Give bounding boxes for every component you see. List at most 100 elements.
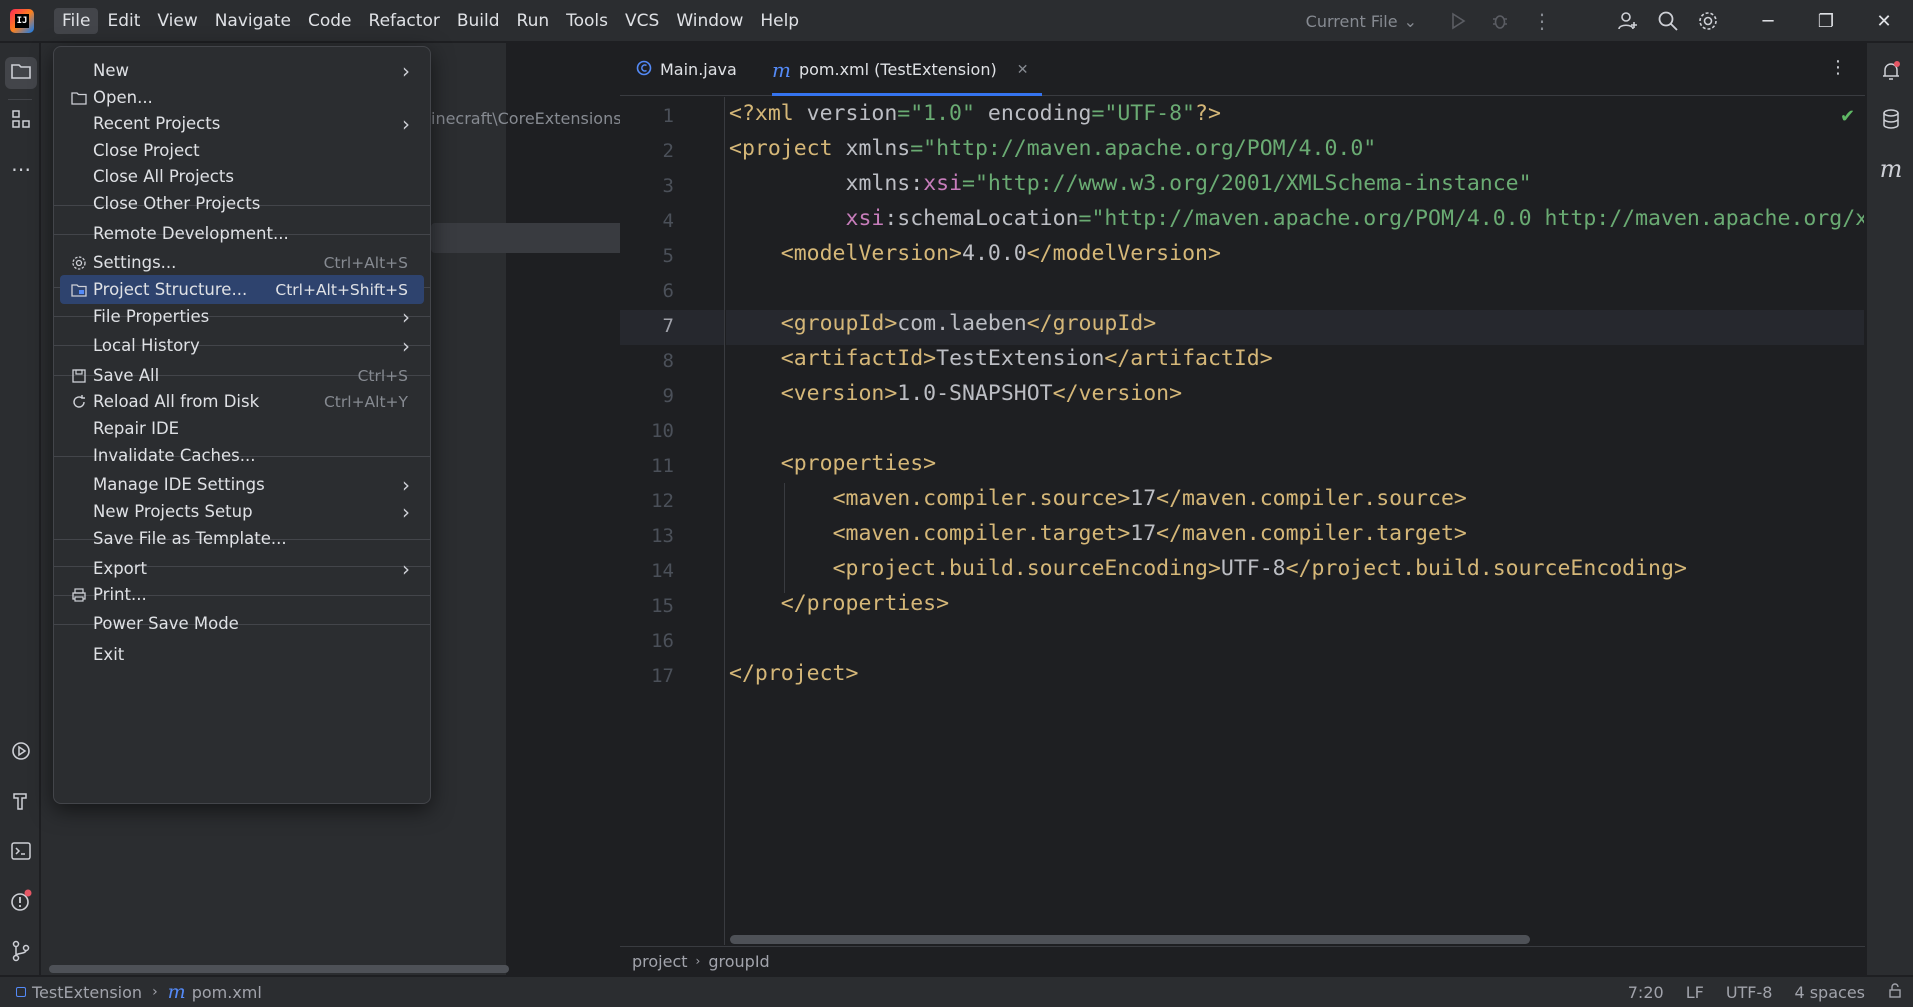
run-config-selector[interactable]: Current File ⌄: [1306, 12, 1417, 31]
gear-icon[interactable]: [1695, 8, 1721, 34]
indent-settings[interactable]: 4 spaces: [1794, 983, 1865, 1002]
lock-icon[interactable]: [1887, 982, 1903, 1003]
left-tool-stripe: ⋯: [0, 43, 40, 975]
menu-item-label: New Projects Setup: [93, 502, 253, 521]
menu-item-reload-all-from-disk[interactable]: Reload All from Disk Ctrl+Alt+Y: [60, 387, 424, 416]
menu-item-repair-ide[interactable]: Repair IDE: [60, 414, 424, 443]
stripe-divider: [8, 99, 32, 100]
close-icon[interactable]: ✕: [1017, 62, 1029, 78]
menu-item-label: File Properties: [93, 307, 210, 326]
chevron-right-icon: ›: [402, 333, 410, 358]
folder-icon: [70, 89, 88, 107]
tab-options-icon[interactable]: ⋮: [1829, 57, 1847, 78]
menu-item-invalidate-caches[interactable]: Invalidate Caches...: [60, 441, 424, 470]
editor-gutter: 1 2 3 4 5 6 7 8 9 10 11 12 13 14 15 16 1…: [620, 97, 725, 945]
menu-item-label: Save All: [93, 366, 160, 385]
services-tool-button[interactable]: [5, 737, 37, 769]
file-encoding[interactable]: UTF-8: [1726, 983, 1773, 1002]
notifications-tool-button[interactable]: [1875, 57, 1907, 89]
intellij-logo-icon[interactable]: IJ: [10, 8, 34, 33]
search-icon[interactable]: [1655, 8, 1681, 34]
menu-item-close-all-projects[interactable]: Close All Projects: [60, 162, 424, 191]
menu-item-export[interactable]: Export ›: [60, 554, 424, 583]
code-editor[interactable]: <?xml version="1.0" encoding="UTF-8"?> <…: [726, 97, 1864, 945]
menu-edit[interactable]: Edit: [99, 8, 148, 34]
project-tree-selected-row[interactable]: [431, 223, 651, 253]
menu-vcs[interactable]: VCS: [617, 8, 667, 34]
project-horizontal-scrollbar[interactable]: [49, 965, 509, 973]
menu-file[interactable]: File: [54, 7, 99, 34]
debug-icon[interactable]: [1487, 8, 1513, 34]
maven-tool-button[interactable]: m: [1875, 153, 1907, 185]
menu-item-new-projects-setup[interactable]: New Projects Setup ›: [60, 497, 424, 526]
menu-item-exit[interactable]: Exit: [60, 640, 424, 669]
menu-item-label: Close Project: [93, 141, 200, 160]
project-tool-button[interactable]: [5, 57, 37, 89]
more-tools-button[interactable]: ⋯: [5, 153, 37, 185]
status-bar-widgets: 7:20 LF UTF-8 4 spaces: [1628, 977, 1903, 1007]
code-line: <version>1.0-SNAPSHOT</version>: [780, 381, 1183, 406]
menu-item-close-other-projects[interactable]: Close Other Projects: [60, 189, 424, 218]
problems-tool-button[interactable]: [5, 887, 37, 919]
add-user-icon[interactable]: [1615, 8, 1641, 34]
menu-navigate[interactable]: Navigate: [207, 8, 299, 34]
database-tool-button[interactable]: [1875, 105, 1907, 137]
tab-main-java[interactable]: Main.java: [636, 43, 737, 96]
menu-item-power-save-mode[interactable]: Power Save Mode: [60, 609, 424, 638]
code-line: <project xmlns="http://maven.apache.org/…: [729, 136, 1377, 161]
run-icon[interactable]: [1445, 8, 1471, 34]
tab-label: Main.java: [660, 60, 737, 79]
close-button[interactable]: ✕: [1855, 0, 1913, 42]
menu-item-new[interactable]: New ›: [60, 56, 424, 85]
menu-item-label: Local History: [93, 336, 200, 355]
menu-item-label: Invalidate Caches...: [93, 446, 256, 465]
menu-item-label: Open...: [93, 88, 153, 107]
problems-icon: [9, 889, 33, 917]
terminal-tool-button[interactable]: [5, 837, 37, 869]
editor-tab-bar: Main.java m pom.xml (TestExtension) ✕ ⋮: [620, 43, 1865, 96]
menu-item-label: Exit: [93, 645, 125, 664]
menu-item-open[interactable]: Open...: [60, 83, 424, 112]
no-problems-check-icon[interactable]: ✔: [1840, 106, 1855, 127]
menu-window[interactable]: Window: [668, 8, 751, 34]
restore-button[interactable]: ❐: [1797, 0, 1855, 42]
minimize-button[interactable]: ─: [1739, 0, 1797, 42]
menu-item-settings[interactable]: Settings... Ctrl+Alt+S: [60, 248, 424, 277]
line-separator[interactable]: LF: [1686, 983, 1704, 1002]
menu-item-remote-development[interactable]: Remote Development...: [60, 219, 424, 248]
menu-run[interactable]: Run: [509, 8, 558, 34]
build-tool-button[interactable]: [5, 787, 37, 819]
line-number: 9: [662, 385, 674, 407]
caret-position[interactable]: 7:20: [1628, 983, 1664, 1002]
menu-item-save-all[interactable]: Save All Ctrl+S: [60, 361, 424, 390]
menu-item-local-history[interactable]: Local History ›: [60, 331, 424, 360]
git-tool-button[interactable]: [5, 937, 37, 969]
terminal-icon: [10, 841, 32, 865]
menu-code[interactable]: Code: [300, 8, 360, 34]
more-actions-icon[interactable]: ⋮: [1529, 8, 1555, 34]
editor-horizontal-scrollbar[interactable]: [730, 935, 1530, 944]
tab-pom-xml[interactable]: m pom.xml (TestExtension) ✕: [772, 43, 1043, 96]
menu-item-close-project[interactable]: Close Project: [60, 136, 424, 165]
menu-item-print[interactable]: Print...: [60, 580, 424, 609]
status-project-name[interactable]: TestExtension: [32, 983, 142, 1002]
code-line: <modelVersion>4.0.0</modelVersion>: [780, 241, 1221, 266]
breadcrumb-item-groupid[interactable]: groupId: [708, 952, 769, 971]
status-file-name[interactable]: pom.xml: [192, 983, 262, 1002]
menu-item-recent-projects[interactable]: Recent Projects ›: [60, 109, 424, 138]
menu-view[interactable]: View: [149, 8, 205, 34]
line-number: 17: [651, 665, 674, 687]
menu-item-file-properties[interactable]: File Properties ›: [60, 302, 424, 331]
line-number: 12: [651, 490, 674, 512]
ellipsis-icon: ⋯: [11, 157, 31, 181]
code-line-current: <groupId>com.laeben</groupId>: [780, 311, 1157, 336]
menu-build[interactable]: Build: [449, 8, 508, 34]
menu-item-project-structure[interactable]: Project Structure... Ctrl+Alt+Shift+S: [60, 275, 424, 304]
breadcrumb-item-project[interactable]: project: [632, 952, 688, 971]
menu-tools[interactable]: Tools: [558, 8, 616, 34]
menu-refactor[interactable]: Refactor: [361, 8, 448, 34]
menu-item-manage-ide-settings[interactable]: Manage IDE Settings ›: [60, 470, 424, 499]
structure-tool-button[interactable]: [5, 105, 37, 137]
menu-item-save-file-as-template[interactable]: Save File as Template...: [60, 524, 424, 553]
menu-help[interactable]: Help: [752, 8, 807, 34]
